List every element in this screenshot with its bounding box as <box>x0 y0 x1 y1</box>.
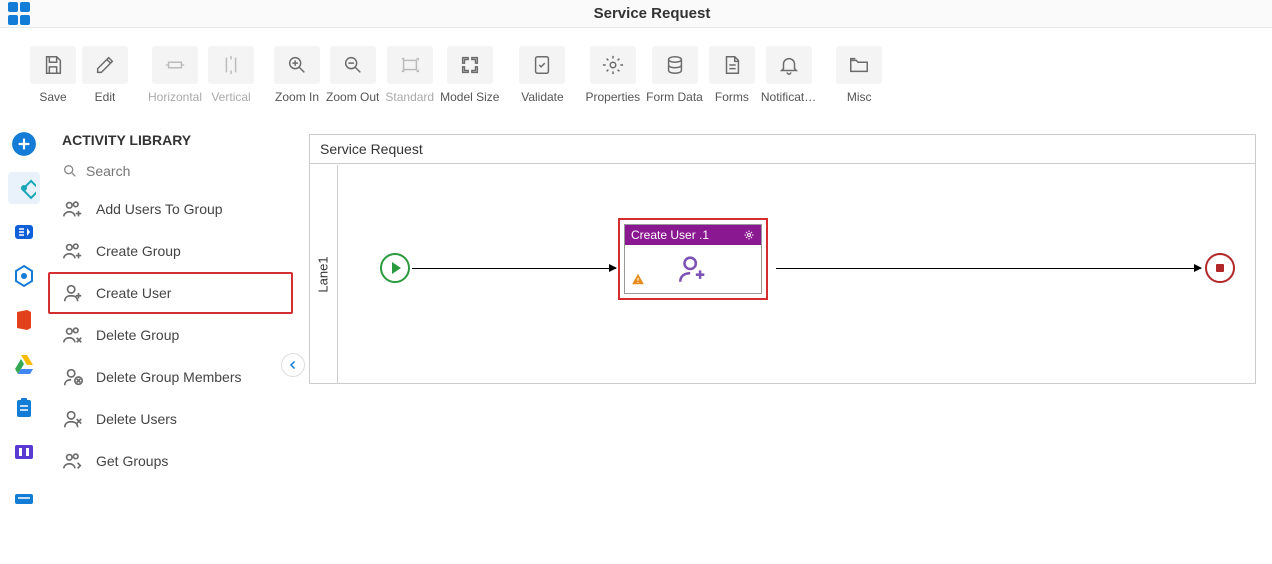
connector-activity-to-end[interactable] <box>776 268 1201 269</box>
validate-button[interactable]: Validate <box>519 40 565 104</box>
bell-icon <box>778 54 800 76</box>
connector-start-to-activity[interactable] <box>412 268 616 269</box>
horizontal-button: Horizontal <box>148 40 202 104</box>
activity-title: Create User .1 <box>631 228 709 242</box>
collapse-sidebar-button[interactable] <box>281 353 305 377</box>
document-icon <box>721 54 743 76</box>
validate-icon <box>531 54 553 76</box>
lib-item-delete-group[interactable]: Delete Group <box>48 314 293 356</box>
activity-library-panel: ACTIVITY LIBRARY Add Users To Group Crea… <box>48 118 293 564</box>
misc-button[interactable]: Misc <box>836 40 882 104</box>
rail-purple-button[interactable] <box>8 436 40 468</box>
users-delete-icon <box>62 408 84 430</box>
form-data-button[interactable]: Form Data <box>646 40 703 104</box>
workflow-canvas-wrap: Service Request Lane1 Create User .1 <box>293 118 1272 564</box>
zoom-in-button[interactable]: Zoom In <box>274 40 320 104</box>
titlebar: Service Request <box>0 0 1272 28</box>
lib-item-label: Delete Group Members <box>96 369 242 385</box>
standard-icon <box>399 54 421 76</box>
users-add-icon <box>62 198 84 220</box>
rail-workflow-button[interactable] <box>8 172 40 204</box>
sidebar-heading: ACTIVITY LIBRARY <box>48 118 293 158</box>
page-title: Service Request <box>32 5 1272 22</box>
lib-item-label: Create User <box>96 285 171 301</box>
group-add-icon <box>62 240 84 262</box>
app-rail <box>0 118 48 564</box>
edit-button[interactable]: Edit <box>82 40 128 104</box>
lib-item-delete-users[interactable]: Delete Users <box>48 398 293 440</box>
forms-button[interactable]: Forms <box>709 40 755 104</box>
lane-label-strip: Lane1 <box>310 165 338 383</box>
notifications-button[interactable]: Notificat… <box>761 40 816 104</box>
rail-drive-button[interactable] <box>8 348 40 380</box>
lib-item-create-group[interactable]: Create Group <box>48 230 293 272</box>
edit-icon <box>94 54 116 76</box>
activity-node-create-user[interactable]: Create User .1 <box>618 218 768 300</box>
end-node[interactable] <box>1205 253 1235 283</box>
start-node[interactable] <box>380 253 410 283</box>
lib-item-label: Create Group <box>96 243 181 259</box>
database-icon <box>664 54 686 76</box>
lib-item-label: Delete Users <box>96 411 177 427</box>
gear-icon[interactable] <box>743 229 755 241</box>
gear-icon <box>602 54 624 76</box>
horizontal-icon <box>164 54 186 76</box>
vertical-icon <box>220 54 242 76</box>
zoom-out-icon <box>342 54 364 76</box>
folder-icon <box>848 54 870 76</box>
toolbar: Save Edit Horizontal Vertical Zoom In Zo… <box>0 28 1272 118</box>
lib-item-add-users-to-group[interactable]: Add Users To Group <box>48 188 293 230</box>
lane-label: Lane1 <box>316 256 331 292</box>
warning-icon <box>631 272 645 289</box>
user-add-icon <box>676 252 710 286</box>
canvas-title: Service Request <box>310 135 1255 164</box>
search-input[interactable] <box>86 163 279 179</box>
app-grid-icon[interactable] <box>8 2 32 26</box>
groups-get-icon <box>62 450 84 472</box>
model-size-button[interactable]: Model Size <box>440 40 499 104</box>
workflow-canvas[interactable]: Service Request Lane1 Create User .1 <box>309 134 1256 384</box>
rail-office-button[interactable] <box>8 304 40 336</box>
member-delete-icon <box>62 366 84 388</box>
save-icon <box>42 54 64 76</box>
lib-item-delete-group-members[interactable]: Delete Group Members <box>48 356 293 398</box>
lib-item-label: Get Groups <box>96 453 168 469</box>
group-delete-icon <box>62 324 84 346</box>
chevron-left-icon <box>287 359 299 371</box>
model-size-icon <box>459 54 481 76</box>
rail-clipboard-button[interactable] <box>8 392 40 424</box>
zoom-in-icon <box>286 54 308 76</box>
standard-zoom-button: Standard <box>385 40 434 104</box>
lib-item-create-user[interactable]: Create User <box>48 272 293 314</box>
rail-card-button[interactable] <box>8 480 40 512</box>
user-add-icon <box>62 282 84 304</box>
lib-item-get-groups[interactable]: Get Groups <box>48 440 293 482</box>
lib-item-label: Add Users To Group <box>96 201 223 217</box>
rail-add-button[interactable] <box>8 128 40 160</box>
vertical-button: Vertical <box>208 40 254 104</box>
save-button[interactable]: Save <box>30 40 76 104</box>
lib-item-label: Delete Group <box>96 327 179 343</box>
rail-hex-button[interactable] <box>8 260 40 292</box>
zoom-out-button[interactable]: Zoom Out <box>326 40 379 104</box>
rail-exchange-button[interactable] <box>8 216 40 248</box>
search-icon <box>62 162 78 180</box>
properties-button[interactable]: Properties <box>585 40 640 104</box>
